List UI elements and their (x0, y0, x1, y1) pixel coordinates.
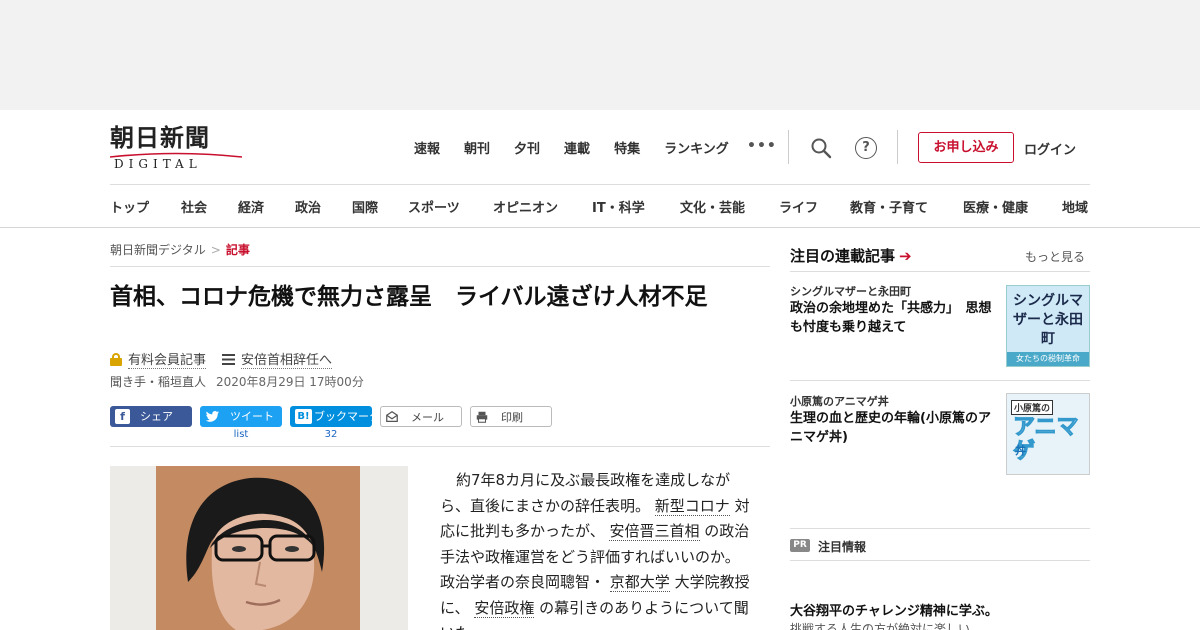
header-divider (788, 130, 789, 164)
article-meta: 有料会員記事 安倍首相辞任へ (110, 349, 333, 369)
pr-section-title: 注目情報 (818, 540, 867, 554)
cat-it-science[interactable]: IT・科学 (592, 197, 645, 216)
pr-subtext[interactable]: 挑戦する人生の方が絶対に楽しい (790, 620, 970, 630)
nav-series[interactable]: 連載 (564, 138, 590, 157)
sidebar-divider (790, 528, 1090, 529)
cat-economy[interactable]: 経済 (238, 197, 264, 216)
article-lead: 約7年8カ月に及ぶ最長政権を達成しながら、直後にまさかの辞任表明。 新型コロナ … (440, 468, 752, 630)
series-name[interactable]: シングルマザーと永田町 (790, 283, 911, 299)
nav-divider (110, 184, 1090, 185)
article-photo[interactable] (110, 466, 408, 630)
header-divider (897, 130, 898, 164)
cat-international[interactable]: 国際 (352, 197, 378, 216)
twitter-share-button[interactable]: ツイート (200, 406, 282, 427)
arrow-right-icon: ➔ (899, 247, 912, 265)
series-name[interactable]: 小原篤のアニマゲ丼 (790, 393, 889, 409)
topic-link-abe-admin[interactable]: 安倍政権 (474, 598, 535, 618)
subscribe-button[interactable]: お申し込み (918, 132, 1014, 163)
series-thumbnail[interactable]: シングルマザーと永田町 女たちの税制革命 (1006, 285, 1090, 367)
article-headline: 首相、コロナ危機で無力さ露呈 ライバル遠ざけ人材不足 (110, 284, 708, 310)
twitter-bird-icon (205, 411, 220, 422)
hatena-icon: B! (295, 409, 312, 424)
breadcrumb-home[interactable]: 朝日新聞デジタル (110, 243, 206, 257)
cat-culture[interactable]: 文化・芸能 (680, 197, 745, 216)
sidebar-divider (790, 560, 1090, 561)
see-more-link[interactable]: もっと見る (1025, 248, 1085, 265)
sidebar-divider (790, 271, 1090, 272)
breadcrumb-separator: > (210, 243, 221, 257)
ad-banner-area (0, 0, 1200, 110)
series-article-title[interactable]: 政治の余地埋めた「共感力」 思想も忖度も乗り越えて (790, 299, 1002, 337)
cat-politics[interactable]: 政治 (295, 197, 321, 216)
lock-icon (110, 352, 122, 366)
topic-link-covid[interactable]: 新型コロナ (654, 496, 730, 516)
nav-evening[interactable]: 夕刊 (514, 138, 540, 157)
hatena-count[interactable]: 32 (290, 429, 372, 440)
nav-morning[interactable]: 朝刊 (464, 138, 490, 157)
thumbnail-label: 小原篤の (1011, 400, 1054, 415)
search-icon[interactable] (810, 137, 832, 159)
cat-life[interactable]: ライフ (779, 197, 818, 216)
pr-badge: PR (790, 539, 810, 552)
thumbnail-title: シングルマザーと永田町 (1013, 293, 1083, 347)
featured-series-heading[interactable]: 注目の連載記事 ➔ (790, 245, 912, 266)
breadcrumb-current: 記事 (225, 243, 250, 257)
nav-ranking[interactable]: ランキング (664, 138, 729, 157)
topic-link-kyoto-univ[interactable]: 京都大学 (609, 573, 670, 592)
paid-member-label[interactable]: 有料会員記事 (128, 349, 207, 369)
more-menu-icon[interactable]: ••• (747, 138, 777, 154)
mail-icon (386, 411, 398, 422)
thumbnail-subtitle: 女たちの税制革命 (1007, 352, 1089, 366)
print-button[interactable]: 印刷 (470, 406, 552, 427)
share-divider (110, 446, 770, 447)
cat-local[interactable]: 地域 (1062, 197, 1088, 216)
facebook-share-label: シェア (140, 410, 173, 423)
site-logo[interactable]: 朝日新聞 DIGITAL (110, 123, 242, 171)
logo-main-text: 朝日新聞 (110, 123, 210, 152)
sidebar-divider (790, 380, 1090, 381)
hatena-bookmark-button[interactable]: B! ブックマーク (290, 406, 380, 427)
breadcrumb: 朝日新聞デジタル > 記事 (110, 241, 250, 258)
top-nav: 速報 朝刊 夕刊 連載 特集 ランキング (414, 138, 753, 157)
cat-sports[interactable]: スポーツ (408, 197, 460, 216)
cat-medical[interactable]: 医療・健康 (963, 197, 1028, 216)
thumbnail-subtitle: 丼 (1015, 444, 1026, 457)
series-article-title[interactable]: 生理の血と歴史の年輪(小原篤のアニマゲ丼) (790, 409, 1002, 447)
topic-link-abe[interactable]: 安倍晋三首相 (609, 522, 700, 541)
cat-society[interactable]: 社会 (181, 197, 207, 216)
list-icon (222, 353, 236, 365)
publish-date: 2020年8月29日 17時00分 (216, 375, 364, 389)
category-nav: トップ 社会 経済 政治 国際 スポーツ オピニオン IT・科学 文化・芸能 ラ… (110, 197, 1200, 217)
twitter-share-label: ツイート (230, 410, 274, 423)
person-portrait-icon (186, 477, 325, 630)
pr-headline[interactable]: 大谷翔平のチャレンジ精神に学ぶ。 (790, 600, 998, 619)
logo-sub-text: DIGITAL (114, 157, 202, 171)
twitter-count[interactable]: list (200, 429, 282, 440)
cat-top[interactable]: トップ (110, 197, 149, 216)
byline: 聞き手・稲垣直人 2020年8月29日 17時00分 (110, 373, 364, 390)
cat-education[interactable]: 教育・子育て (850, 197, 928, 216)
featured-series-title: 注目の連載記事 (790, 247, 896, 265)
series-link[interactable]: 安倍首相辞任へ (241, 349, 333, 369)
help-icon[interactable]: ? (855, 137, 877, 159)
site-header: 朝日新聞 DIGITAL 速報 朝刊 夕刊 連載 特集 ランキング ••• ? … (0, 110, 1200, 228)
facebook-share-button[interactable]: f シェア (110, 406, 192, 427)
breadcrumb-divider (110, 266, 770, 267)
cat-opinion[interactable]: オピニオン (493, 197, 558, 216)
nav-breaking[interactable]: 速報 (414, 138, 440, 157)
hatena-label: ブックマーク (314, 410, 380, 423)
nav-features[interactable]: 特集 (614, 138, 640, 157)
facebook-icon: f (115, 409, 130, 424)
print-label: 印刷 (501, 411, 523, 424)
printer-icon (476, 411, 488, 423)
author: 聞き手・稲垣直人 (110, 375, 207, 389)
mail-label: メール (411, 411, 444, 424)
login-link[interactable]: ログイン (1024, 139, 1076, 158)
series-thumbnail[interactable]: 小原篤の アニマゲ 丼 (1006, 393, 1090, 475)
mail-button[interactable]: メール (380, 406, 462, 427)
